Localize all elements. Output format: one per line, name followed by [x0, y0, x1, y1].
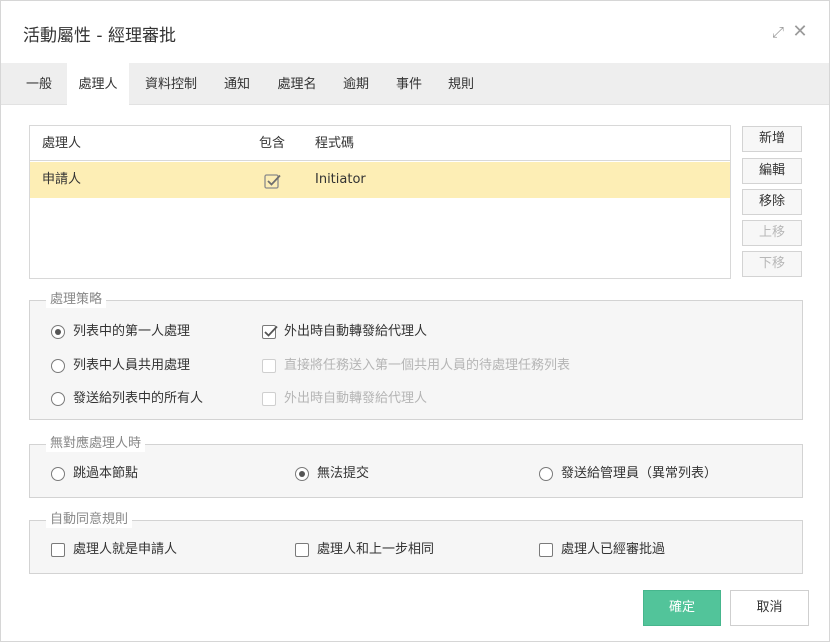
checkbox-icon [51, 543, 65, 557]
option-label: 發送給管理員（異常列表） [561, 466, 718, 481]
remove-button[interactable]: 移除 [742, 189, 802, 215]
no-handler-group: 無對應處理人時 跳過本節點 無法提交 發送給管理員（異常列表） [29, 436, 803, 498]
checkbox-icon [262, 392, 276, 406]
option-label: 處理人就是申請人 [73, 542, 178, 557]
activity-properties-dialog: 活動屬性 - 經理審批 ⤢ ✕ 一般 處理人 資料控制 通知 處理名 逾期 事件… [0, 0, 830, 642]
edit-button[interactable]: 編輯 [742, 158, 802, 184]
dialog-title: 活動屬性 - 經理審批 [23, 26, 176, 46]
option-label: 列表中人員共用處理 [73, 358, 191, 373]
option-label: 處理人和上一步相同 [317, 542, 435, 557]
option-label: 外出時自動轉發給代理人 [284, 324, 428, 339]
tab-bar: 一般 處理人 資料控制 通知 處理名 逾期 事件 規則 [1, 63, 829, 106]
ok-button[interactable]: 確定 [643, 590, 721, 626]
option-label: 發送給列表中的所有人 [73, 391, 204, 406]
option-label: 處理人已經審批過 [561, 542, 666, 557]
checkbox-icon [262, 359, 276, 373]
auto-approve-legend: 自動同意規則 [46, 512, 133, 528]
option-label: 外出時自動轉發給代理人 [284, 391, 428, 406]
grid-header: 處理人 包含 程式碼 [30, 126, 730, 161]
tab-rules[interactable]: 規則 [437, 63, 485, 105]
move-up-button[interactable]: 上移 [742, 220, 802, 246]
radio-icon [51, 359, 65, 373]
radio-selected-icon [295, 467, 309, 481]
radio-selected-icon [51, 325, 65, 339]
tab-handler[interactable]: 處理人 [67, 63, 129, 106]
tab-handler-name[interactable]: 處理名 [267, 63, 327, 105]
cell-handler: 申請人 [42, 172, 82, 187]
include-check-icon[interactable] [264, 172, 281, 189]
move-down-button[interactable]: 下移 [742, 251, 802, 277]
dialog-titlebar: 活動屬性 - 經理審批 ⤢ ✕ [1, 1, 829, 63]
tab-data-control[interactable]: 資料控制 [135, 63, 207, 105]
table-row[interactable]: 申請人 Initiator [30, 162, 730, 198]
checkbox-icon [539, 543, 553, 557]
radio-icon [51, 467, 65, 481]
handler-grid: 處理人 包含 程式碼 申請人 Initiator [29, 125, 731, 279]
column-header-handler[interactable]: 處理人 [42, 126, 81, 161]
add-button[interactable]: 新增 [742, 126, 802, 152]
no-handler-legend: 無對應處理人時 [46, 436, 146, 452]
option-label: 跳過本節點 [73, 466, 139, 481]
close-icon[interactable]: ✕ [791, 23, 809, 41]
tab-notify[interactable]: 通知 [213, 63, 261, 105]
cancel-button[interactable]: 取消 [730, 590, 809, 626]
radio-icon [51, 392, 65, 406]
tab-overdue[interactable]: 逾期 [333, 63, 379, 105]
tab-general[interactable]: 一般 [13, 63, 65, 105]
strategy-group: 處理策略 列表中的第一人處理 列表中人員共用處理 發送給列表中的所有人 外出時自… [29, 292, 803, 420]
tab-events[interactable]: 事件 [385, 63, 433, 105]
column-header-include[interactable]: 包含 [259, 126, 285, 161]
option-label: 直接將任務送入第一個共用人員的待處理任務列表 [284, 358, 571, 373]
strategy-legend: 處理策略 [46, 292, 107, 308]
checkbox-checked-icon [262, 325, 278, 339]
option-label: 列表中的第一人處理 [73, 324, 191, 339]
checkbox-icon [295, 543, 309, 557]
radio-icon [539, 467, 553, 481]
column-header-code[interactable]: 程式碼 [315, 126, 354, 161]
cell-code: Initiator [315, 172, 366, 187]
option-label: 無法提交 [317, 466, 370, 481]
expand-icon[interactable]: ⤢ [769, 23, 787, 41]
auto-approve-group: 自動同意規則 處理人就是申請人 處理人和上一步相同 處理人已經審批過 [29, 512, 803, 574]
